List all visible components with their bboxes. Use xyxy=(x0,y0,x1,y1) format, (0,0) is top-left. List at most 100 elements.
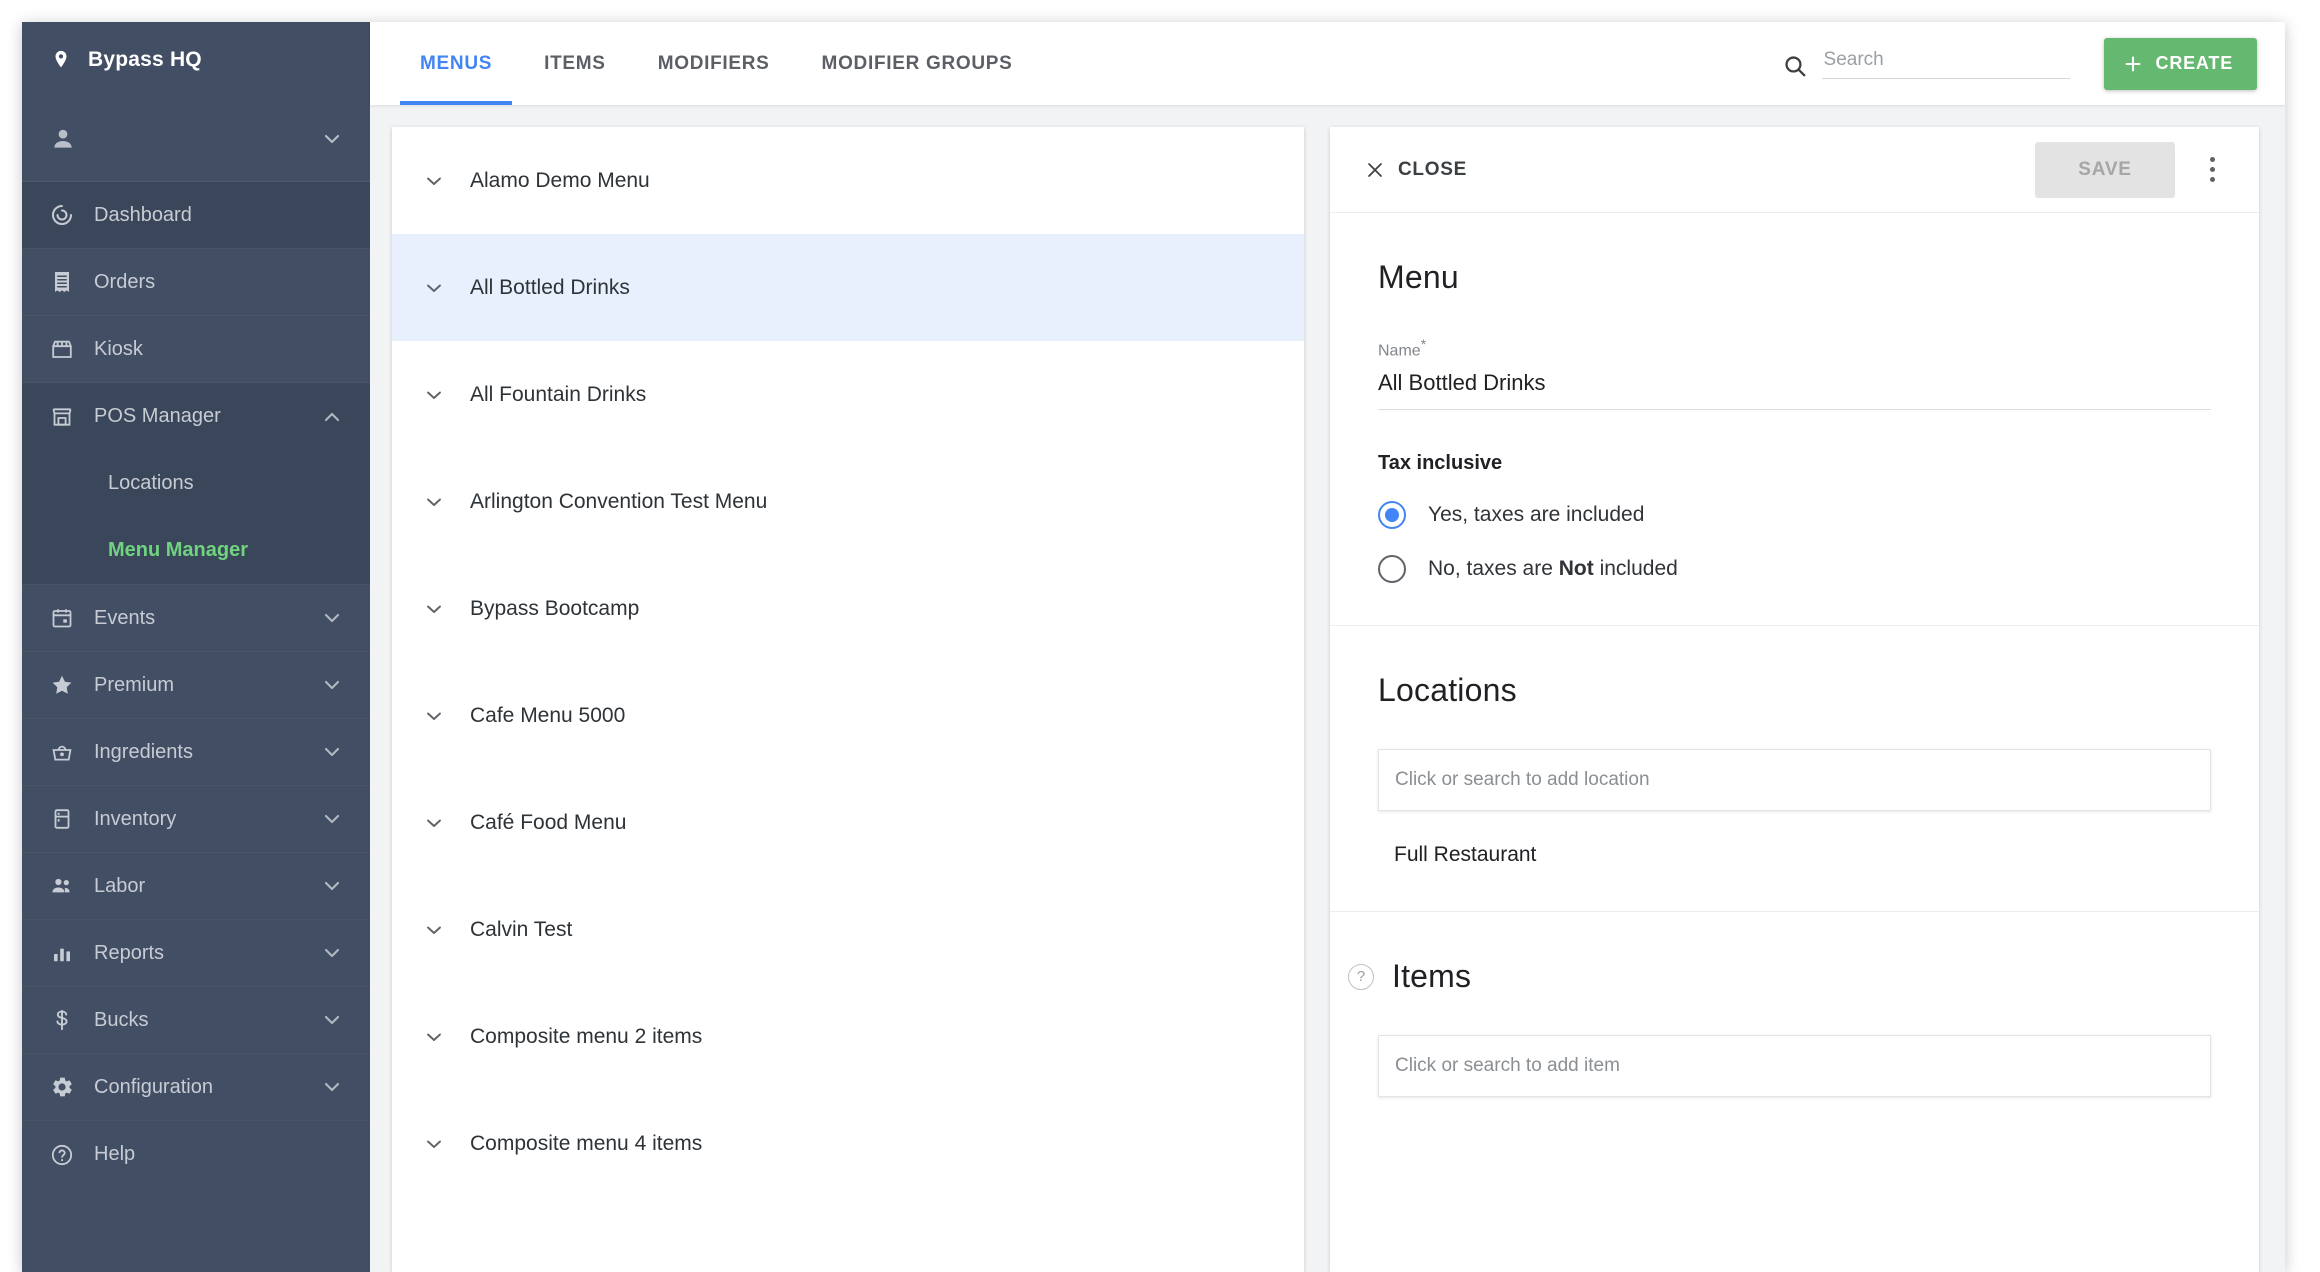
sidebar-subitem-label: Locations xyxy=(108,472,194,494)
menu-list-row-label: Café Food Menu xyxy=(470,810,627,834)
location-entry[interactable]: Full Restaurant xyxy=(1378,843,2211,867)
menu-list-row-label: Calvin Test xyxy=(470,917,573,941)
search-input[interactable] xyxy=(1821,44,2070,79)
sidebar-item-inventory[interactable]: Inventory xyxy=(22,786,370,853)
sidebar-item-reports[interactable]: Reports xyxy=(22,920,370,987)
sidebar-item-label: Reports xyxy=(94,941,165,964)
menu-list-row-label: Composite menu 4 items xyxy=(470,1131,703,1155)
main-area: MENUS ITEMS MODIFIERS MODIFIER GROUPS Se… xyxy=(370,22,2285,1272)
menu-section-title: Menu xyxy=(1378,259,1459,295)
radio-label: No, taxes are Not included xyxy=(1428,557,1678,581)
sidebar-item-label: Dashboard xyxy=(94,203,192,226)
brand-header[interactable]: Bypass HQ xyxy=(22,22,370,97)
menu-list-row[interactable]: Alamo Demo Menu xyxy=(392,127,1304,234)
help-circle-icon[interactable]: ? xyxy=(1348,963,1374,990)
dollar-icon xyxy=(50,1008,74,1032)
people-icon xyxy=(50,874,74,898)
top-bar: MENUS ITEMS MODIFIERS MODIFIER GROUPS Se… xyxy=(370,22,2285,105)
location-pin-icon xyxy=(50,49,72,71)
dot xyxy=(2209,177,2215,182)
chevron-down-icon[interactable] xyxy=(320,673,344,697)
menu-list-row[interactable]: Café Food Menu xyxy=(392,769,1304,876)
bar-chart-icon xyxy=(50,941,74,965)
receipt-icon xyxy=(50,270,74,294)
chevron-down-icon[interactable] xyxy=(422,1025,446,1049)
sidebar-subitem-menu-manager[interactable]: Menu Manager xyxy=(22,517,370,584)
menu-list-row-label: All Bottled Drinks xyxy=(470,275,630,299)
menu-list-row[interactable]: Cafe Menu 5000 xyxy=(392,662,1304,769)
menu-list-row[interactable]: Composite menu 2 items xyxy=(392,983,1304,1090)
chevron-down-icon[interactable] xyxy=(422,597,446,621)
chevron-down-icon[interactable] xyxy=(422,383,446,407)
name-input[interactable] xyxy=(1378,370,2211,411)
chevron-down-icon[interactable] xyxy=(320,606,344,630)
sidebar-item-pos-manager[interactable]: POS Manager xyxy=(22,383,370,450)
person-icon xyxy=(50,126,76,152)
create-button[interactable]: CREATE xyxy=(2103,37,2257,90)
name-field-label: Name* xyxy=(1378,336,2211,360)
tab-items[interactable]: ITEMS xyxy=(518,22,632,105)
chevron-down-icon[interactable] xyxy=(320,1075,344,1099)
chevron-down-icon[interactable] xyxy=(422,276,446,300)
radio-label-part-2: included xyxy=(1593,557,1678,581)
tab-modifier-groups[interactable]: MODIFIER GROUPS xyxy=(796,22,1039,105)
chevron-down-icon[interactable] xyxy=(320,807,344,831)
kebab-menu-icon[interactable] xyxy=(2189,142,2235,198)
sidebar-item-label: Orders xyxy=(94,270,156,293)
chevron-down-icon[interactable] xyxy=(320,740,344,764)
chevron-down-icon[interactable] xyxy=(320,1008,344,1032)
menu-list-panel: Alamo Demo Menu All Bottled Drinks All F… xyxy=(392,127,1304,1272)
menu-list-row[interactable]: Calvin Test xyxy=(392,876,1304,983)
menu-list-row-selected[interactable]: All Bottled Drinks xyxy=(392,234,1304,341)
chevron-down-icon[interactable] xyxy=(422,490,446,514)
chevron-down-icon[interactable] xyxy=(422,1132,446,1156)
chevron-down-icon[interactable] xyxy=(320,874,344,898)
sidebar-item-label: Premium xyxy=(94,673,175,696)
item-picker-input[interactable] xyxy=(1378,1035,2211,1098)
items-section: ? Items xyxy=(1330,912,2259,1098)
locations-section-title: Locations xyxy=(1378,672,1517,709)
sidebar-item-kiosk[interactable]: Kiosk xyxy=(22,316,370,383)
chevron-up-icon[interactable] xyxy=(320,405,344,429)
chevron-down-icon[interactable] xyxy=(422,918,446,942)
sidebar-item-label: Labor xyxy=(94,874,146,897)
menu-list-row[interactable]: Bypass Bootcamp xyxy=(392,555,1304,662)
radio-icon-selected[interactable] xyxy=(1378,501,1406,530)
name-field-group: Name* xyxy=(1378,336,2211,411)
close-button[interactable]: CLOSE xyxy=(1364,159,1467,181)
sidebar-item-ingredients[interactable]: Ingredients xyxy=(22,719,370,786)
sidebar-subitem-locations[interactable]: Locations xyxy=(22,450,370,517)
menu-list-row[interactable]: Arlington Convention Test Menu xyxy=(392,448,1304,555)
chevron-down-icon[interactable] xyxy=(422,811,446,835)
sidebar-item-dashboard[interactable]: Dashboard xyxy=(22,182,370,249)
menu-list-row[interactable]: Composite menu 4 items xyxy=(392,1090,1304,1197)
menu-list-row[interactable]: All Fountain Drinks xyxy=(392,341,1304,448)
radio-option-taxes-included[interactable]: Yes, taxes are included xyxy=(1378,501,2211,530)
chevron-down-icon[interactable] xyxy=(422,704,446,728)
user-account-row[interactable] xyxy=(22,97,370,182)
star-icon xyxy=(50,673,74,697)
sidebar-item-label: Kiosk xyxy=(94,337,143,360)
sidebar-item-orders[interactable]: Orders xyxy=(22,249,370,316)
sidebar-item-labor[interactable]: Labor xyxy=(22,853,370,920)
chevron-down-icon[interactable] xyxy=(422,169,446,193)
sidebar-item-configuration[interactable]: Configuration xyxy=(22,1054,370,1121)
menu-list-row-label: Cafe Menu 5000 xyxy=(470,703,626,727)
storefront-icon xyxy=(50,337,74,361)
chevron-down-icon[interactable] xyxy=(320,941,344,965)
sidebar-item-bucks[interactable]: Bucks xyxy=(22,987,370,1054)
radio-icon-unselected[interactable] xyxy=(1378,555,1406,584)
radio-option-taxes-not-included[interactable]: No, taxes are Not included xyxy=(1378,555,2211,584)
chevron-down-icon[interactable] xyxy=(320,127,344,151)
tab-menus[interactable]: MENUS xyxy=(394,22,518,105)
search-icon[interactable] xyxy=(1782,53,1808,79)
sidebar-item-label: Configuration xyxy=(94,1075,213,1098)
screenshot-viewport: Bypass HQ Dashboard Orders Kiosk POS Man… xyxy=(0,0,2320,1272)
sidebar-item-help[interactable]: Help xyxy=(22,1121,370,1188)
tab-modifiers[interactable]: MODIFIERS xyxy=(632,22,796,105)
location-picker-input[interactable] xyxy=(1378,749,2211,812)
dashboard-icon xyxy=(50,203,74,227)
sidebar-item-premium[interactable]: Premium xyxy=(22,652,370,719)
sidebar-item-events[interactable]: Events xyxy=(22,585,370,652)
save-button[interactable]: SAVE xyxy=(2035,141,2175,198)
